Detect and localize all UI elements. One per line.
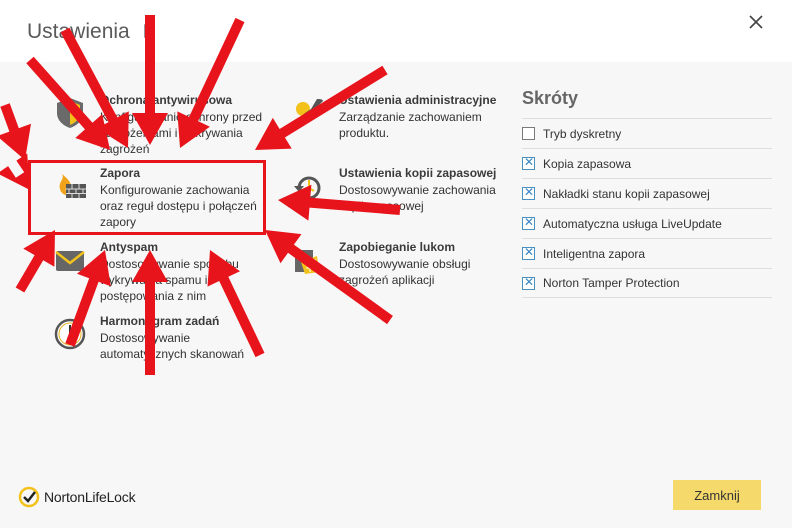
shortcut-backup[interactable]: Kopia zapasowa bbox=[522, 148, 772, 178]
shortcut-liveupdate[interactable]: Automatyczna usługa LiveUpdate bbox=[522, 208, 772, 238]
norton-check-icon bbox=[18, 486, 40, 508]
shortcut-label: Nakładki stanu kopii zapasowej bbox=[543, 186, 710, 201]
shortcut-smart-firewall[interactable]: Inteligentna zapora bbox=[522, 238, 772, 268]
setting-name: Antyspam bbox=[100, 240, 159, 254]
setting-desc: Dostosowywanie zachowania kopii zapasowe… bbox=[339, 183, 496, 213]
shortcut-tamper-protection[interactable]: Norton Tamper Protection bbox=[522, 268, 772, 298]
setting-name: Ochrona antywirusowa bbox=[100, 93, 233, 107]
checkbox[interactable] bbox=[522, 215, 535, 230]
shortcut-backup-overlays[interactable]: Nakładki stanu kopii zapasowej bbox=[522, 178, 772, 208]
shortcut-discreet-mode[interactable]: Tryb dyskretny bbox=[522, 118, 772, 148]
checkbox[interactable] bbox=[522, 185, 535, 200]
mail-icon bbox=[52, 242, 92, 282]
shortcut-label: Inteligentna zapora bbox=[543, 246, 646, 261]
shield-icon bbox=[52, 95, 92, 135]
firewall-highlight-box bbox=[28, 160, 266, 235]
document-icon bbox=[144, 24, 155, 38]
backup-icon bbox=[291, 168, 331, 208]
close-button[interactable]: Zamknij bbox=[673, 480, 761, 510]
setting-name: Ustawienia administracyjne bbox=[339, 93, 497, 107]
clock-icon bbox=[52, 316, 92, 356]
shortcut-label: Tryb dyskretny bbox=[543, 126, 622, 141]
setting-name: Zapobieganie lukom bbox=[339, 240, 456, 254]
shortcut-label: Kopia zapasowa bbox=[543, 156, 632, 171]
shortcut-label: Automatyczna usługa LiveUpdate bbox=[543, 216, 722, 231]
setting-desc: Konfigurowanie ochrony przed zagrożeniam… bbox=[100, 110, 263, 156]
checkbox[interactable] bbox=[522, 245, 535, 260]
shortcut-label: Norton Tamper Protection bbox=[543, 276, 680, 290]
setting-desc: Dostosowywanie obsługi zagrożeń aplikacj… bbox=[339, 257, 471, 287]
exploit-prevention-icon bbox=[291, 242, 331, 282]
setting-desc: Dostosowywanie sposobu wykrywania spamu … bbox=[100, 257, 239, 303]
title-bar: Ustawienia bbox=[0, 0, 792, 62]
checkbox[interactable] bbox=[522, 155, 535, 170]
nortonlifelock-logo: NortonLifeLock bbox=[18, 486, 136, 508]
window-title: Ustawienia bbox=[27, 20, 130, 43]
setting-desc: Dostosowywanie automatycznych skanowań bbox=[100, 331, 245, 361]
shortcuts-panel: Skróty Tryb dyskretny Kopia zapasowa Nak… bbox=[522, 88, 772, 298]
checkbox[interactable] bbox=[522, 127, 535, 140]
setting-desc: Zarządzanie zachowaniem produktu. bbox=[339, 110, 482, 140]
wrench-icon bbox=[291, 95, 331, 135]
setting-name: Harmonogram zadań bbox=[100, 314, 220, 328]
setting-name: Ustawienia kopii zapasowej bbox=[339, 166, 497, 180]
brand-name: NortonLifeLock bbox=[44, 489, 136, 505]
shortcuts-title: Skróty bbox=[522, 88, 579, 108]
close-icon[interactable] bbox=[744, 10, 768, 34]
checkbox[interactable] bbox=[522, 275, 535, 290]
